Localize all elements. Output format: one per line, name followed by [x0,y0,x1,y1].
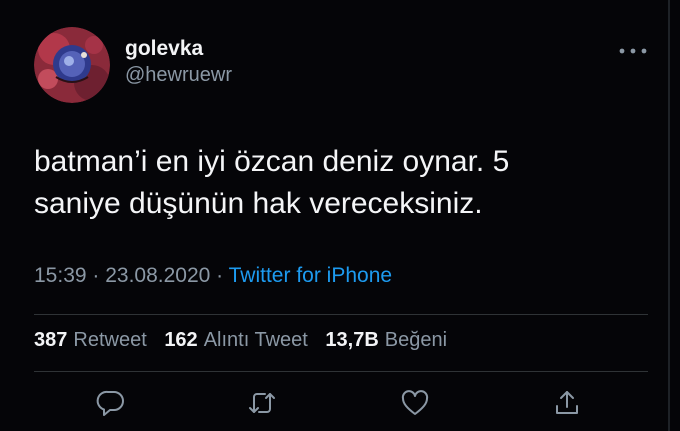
tweet-meta: 15:39 · 23.08.2020 · Twitter for iPhone [34,264,392,288]
tweet-source-link[interactable]: Twitter for iPhone [229,264,392,287]
avatar[interactable] [34,27,110,103]
retweet-button[interactable] [247,388,277,418]
tweet-text-line: saniye düşünün hak vereceksiniz. [34,187,483,220]
avatar-image [34,27,110,103]
tweet-actions [0,384,680,428]
like-count: 13,7B [325,329,379,351]
more-horizontal-icon[interactable] [619,48,647,54]
quote-stat[interactable]: 162 Alıntı Tweet [164,329,308,351]
meta-separator: · [210,264,229,287]
retweet-icon [249,393,275,413]
retweet-label: Retweet [73,329,147,351]
reply-button[interactable] [96,388,126,418]
tweet-text: batman’i en iyi özcan deniz oynar. 5 san… [34,141,594,225]
like-button[interactable] [400,388,430,418]
user-handle[interactable]: @hewruewr [125,64,232,87]
share-button[interactable] [552,388,582,418]
divider [34,371,648,372]
heart-icon [401,390,429,415]
quote-count: 162 [164,329,198,351]
quote-label: Alıntı Tweet [203,329,308,351]
reply-icon [96,390,124,416]
divider [34,314,648,315]
like-stat[interactable]: 13,7B Beğeni [325,329,447,351]
tweet-text-line: batman’i en iyi özcan deniz oynar. 5 [34,145,510,178]
share-icon [556,391,578,414]
tweet-date[interactable]: 23.08.2020 [105,264,210,287]
like-label: Beğeni [384,329,448,351]
tweet-time[interactable]: 15:39 [34,264,87,287]
retweet-count: 387 [34,329,68,351]
display-name[interactable]: golevka [125,37,203,61]
meta-separator: · [86,264,106,287]
screen-edge-divider [668,0,670,431]
retweet-stat[interactable]: 387 Retweet [34,329,147,351]
tweet-stats: 387 Retweet 162 Alıntı Tweet 13,7B Beğeni [34,329,459,352]
